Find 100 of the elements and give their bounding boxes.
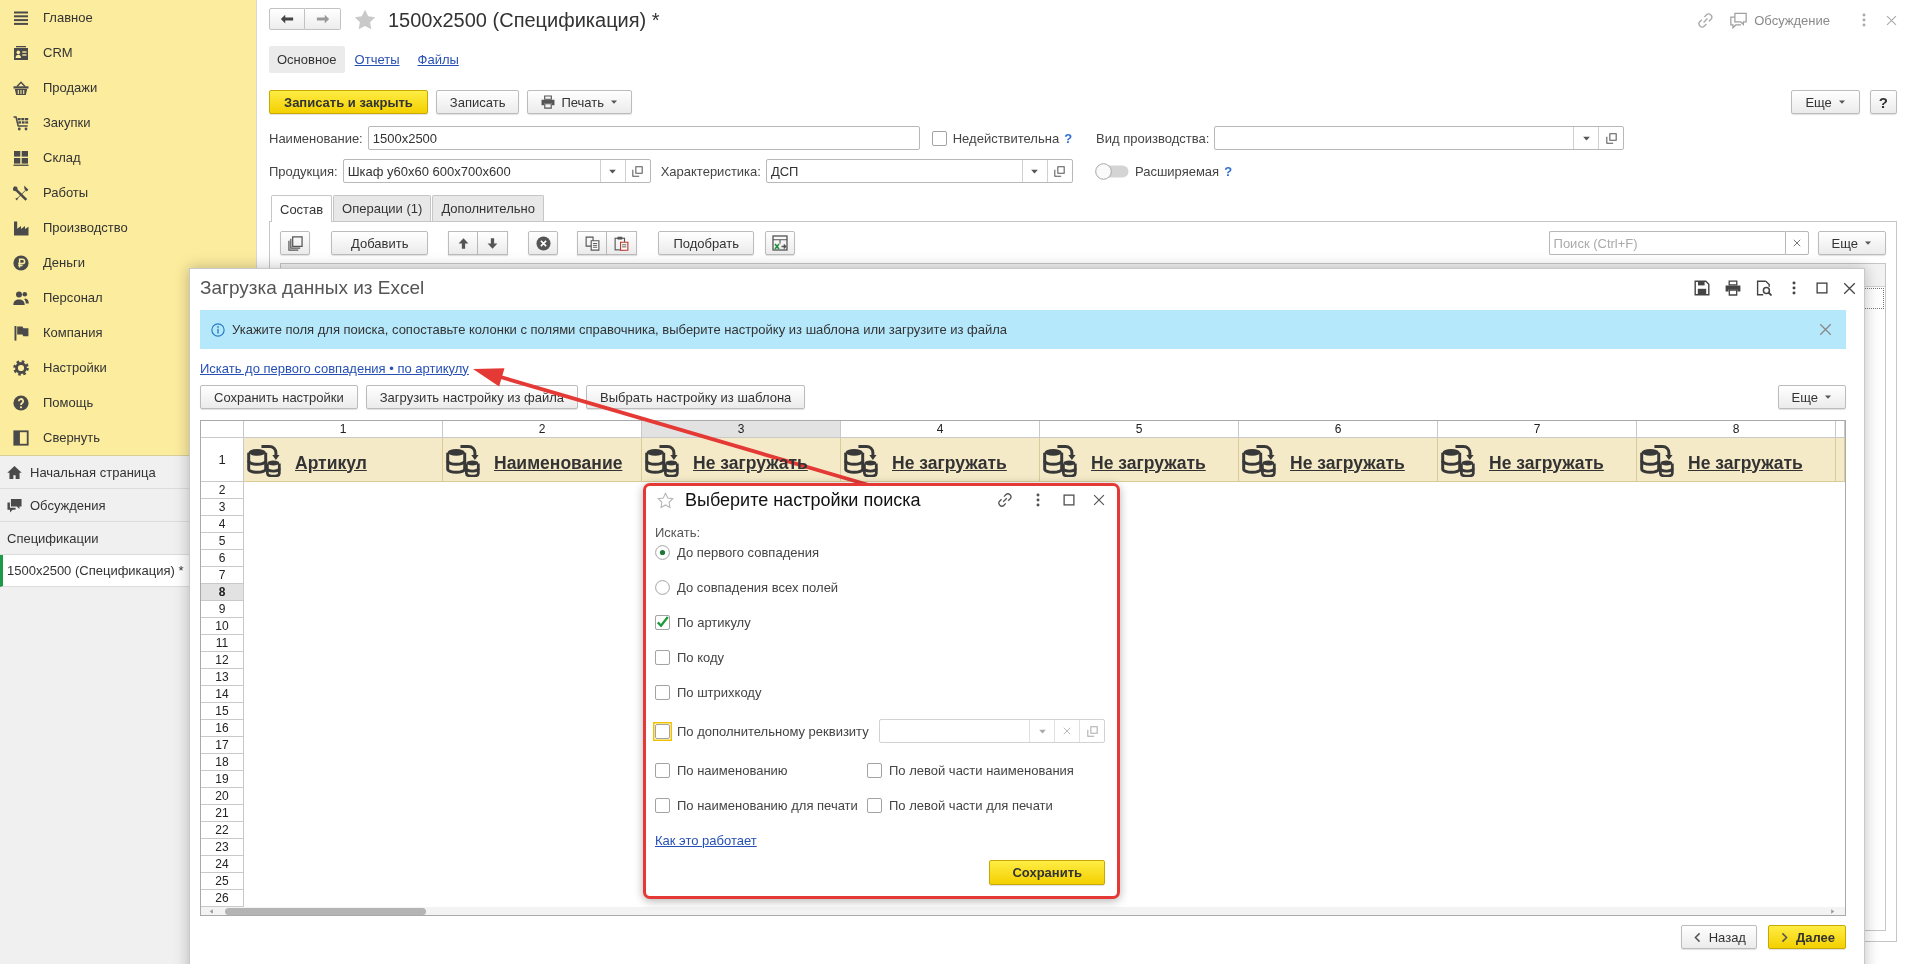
search-settings-link[interactable]: Искать до первого совпадения • по артикулу	[200, 360, 469, 376]
link-icon[interactable]	[997, 492, 1013, 508]
more-button[interactable]: Еще	[1777, 385, 1846, 409]
row-number: 11	[201, 635, 244, 652]
column-field-link[interactable]: Не загружать	[1290, 452, 1405, 474]
more-button[interactable]: Еще	[1791, 90, 1860, 114]
help-link[interactable]: ?	[1064, 130, 1073, 146]
preview-icon[interactable]	[1756, 280, 1772, 296]
corner-cell[interactable]	[201, 421, 244, 438]
clear-icon[interactable]	[1063, 727, 1071, 735]
checkbox[interactable]	[653, 682, 672, 702]
save-icon[interactable]	[1694, 280, 1710, 296]
section-tab[interactable]: Файлы	[409, 46, 467, 73]
open-form-icon[interactable]	[632, 165, 644, 177]
star-outline-icon[interactable]	[657, 491, 674, 509]
settings-button[interactable]: Загрузить настройку из файла	[365, 385, 579, 409]
checkbox[interactable]	[653, 721, 672, 741]
spreadsheet-button[interactable]	[764, 231, 795, 255]
close-icon[interactable]	[1843, 281, 1856, 295]
discussion-button[interactable]: Обсуждение	[1730, 11, 1830, 29]
tab[interactable]: Состав	[271, 195, 333, 222]
copy-button[interactable]	[577, 231, 608, 255]
save-and-close-button[interactable]: Записать и закрыть	[269, 90, 428, 114]
field-label: Продукция:	[269, 163, 338, 179]
tab[interactable]: Дополнительно	[432, 195, 544, 221]
radio-button[interactable]	[655, 544, 670, 560]
open-form-icon[interactable]	[1605, 132, 1617, 144]
pick-button[interactable]: Подобрать	[658, 231, 754, 255]
product-field[interactable]: Шкаф у60х60 600х700х600	[342, 159, 651, 183]
column-field-link[interactable]: Не загружать	[892, 452, 1007, 474]
more-button[interactable]: Еще	[1817, 231, 1886, 255]
info-icon	[211, 322, 225, 337]
checkbox[interactable]	[865, 795, 884, 815]
row-number: 6	[201, 550, 244, 567]
maximize-icon[interactable]	[1816, 282, 1828, 294]
row-number: 5	[201, 533, 244, 550]
printer-icon[interactable]	[1725, 280, 1741, 296]
section-item[interactable]: Продажи	[0, 70, 256, 105]
settings-button[interactable]: Сохранить настройки	[200, 385, 358, 409]
paste-button[interactable]	[607, 231, 638, 255]
checkbox[interactable]	[653, 760, 672, 780]
tab[interactable]: Операции (1)	[333, 195, 432, 221]
row-number: 1	[201, 438, 244, 482]
horizontal-scrollbar[interactable]	[201, 907, 1845, 915]
open-form-icon[interactable]	[1054, 165, 1066, 177]
radio-button[interactable]	[655, 579, 670, 595]
name-field[interactable]: 1500x2500	[367, 126, 920, 150]
back-button[interactable]	[269, 8, 305, 30]
section-item[interactable]: Склад	[0, 140, 256, 175]
toggle-switch[interactable]	[1094, 162, 1129, 180]
save-button[interactable]: Записать	[435, 90, 520, 114]
move-down-button[interactable]	[478, 231, 509, 255]
section-tab[interactable]: Основное	[269, 46, 345, 73]
column-field-link[interactable]: Не загружать	[1688, 452, 1803, 474]
row-number: 10	[201, 618, 244, 635]
column-field-link[interactable]: Наименование	[494, 452, 623, 474]
add-button[interactable]: Добавить	[331, 231, 429, 255]
checkbox[interactable]	[653, 795, 672, 815]
help-link[interactable]: Как это работает	[655, 832, 757, 848]
left-triangle-icon	[208, 907, 215, 915]
production-type-field[interactable]	[1214, 126, 1625, 150]
section-item[interactable]: CRM	[0, 35, 256, 70]
save-button[interactable]: Сохранить	[989, 860, 1105, 885]
column-field-link[interactable]: Артикул	[295, 452, 367, 474]
help-link[interactable]: ?	[1224, 163, 1233, 179]
star-icon[interactable]	[354, 9, 376, 31]
checkbox[interactable]	[653, 612, 672, 632]
settings-button[interactable]: Выбрать настройку из шаблона	[586, 385, 806, 409]
print-button[interactable]: Печать	[527, 90, 632, 114]
back-button[interactable]: Назад	[1680, 925, 1757, 949]
maximize-icon[interactable]	[1063, 494, 1075, 506]
close-icon[interactable]	[1093, 494, 1105, 506]
section-tab[interactable]: Отчеты	[346, 46, 408, 73]
column-field-link[interactable]: Не загружать	[1091, 452, 1206, 474]
help-button[interactable]: ?	[1869, 90, 1897, 114]
section-item[interactable]: Работы	[0, 175, 256, 210]
section-item[interactable]: Деньги	[0, 245, 256, 280]
section-item[interactable]: Закупки	[0, 105, 256, 140]
delete-button[interactable]	[528, 231, 559, 255]
next-button[interactable]: Далее	[1767, 925, 1846, 949]
row-number: 4	[201, 516, 244, 533]
search-field[interactable]: Поиск (Ctrl+F)	[1548, 231, 1785, 255]
characteristic-field[interactable]: ДСП	[765, 159, 1073, 183]
column-number[interactable]: 3	[642, 421, 841, 438]
move-up-button[interactable]	[448, 231, 479, 255]
attribute-field[interactable]	[878, 719, 1105, 743]
checkbox[interactable]	[653, 647, 672, 667]
open-form-icon[interactable]	[1086, 725, 1098, 737]
cart-icon	[13, 114, 29, 131]
checkbox[interactable]	[865, 760, 884, 780]
home-icon	[7, 464, 22, 480]
section-item[interactable]: Производство	[0, 210, 256, 245]
clear-button[interactable]	[1784, 231, 1809, 255]
section-item[interactable]: Главное	[0, 0, 256, 35]
column-field-link[interactable]: Не загружать	[1489, 452, 1604, 474]
copy-rows-button[interactable]	[280, 231, 310, 255]
row-number: 19	[201, 771, 244, 788]
scrollbar-thumb[interactable]	[225, 908, 426, 915]
checkbox[interactable]	[929, 128, 949, 148]
option-label: По коду	[677, 649, 725, 665]
